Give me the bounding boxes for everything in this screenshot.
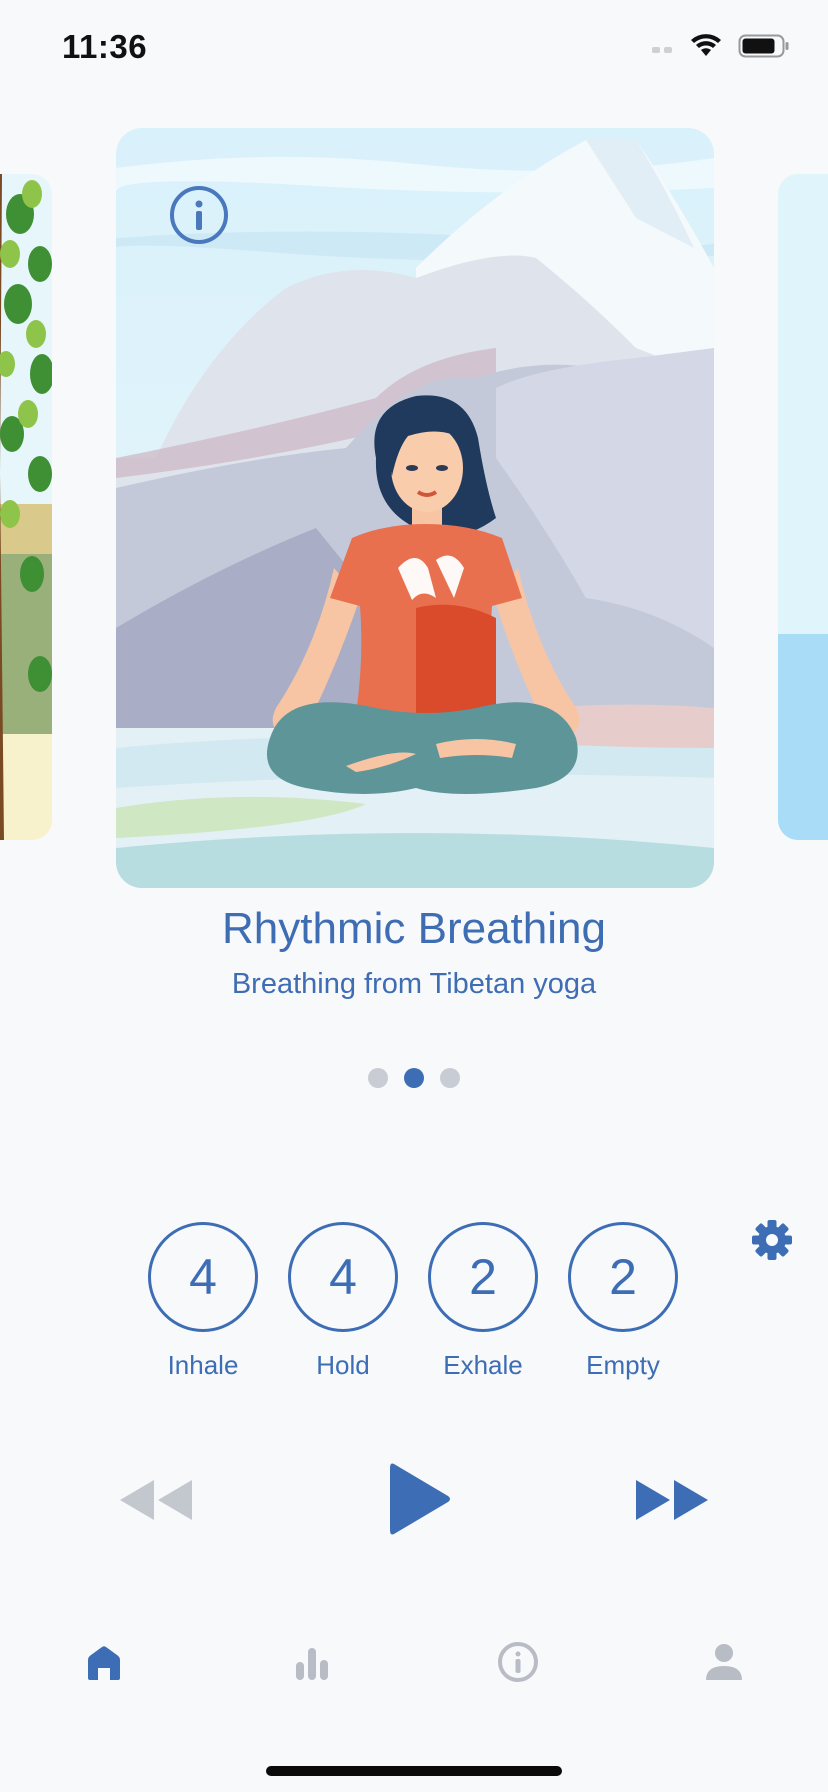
exercise-title: Rhythmic Breathing	[222, 904, 606, 953]
cellular-signal-icon	[652, 47, 672, 53]
inhale-counter[interactable]: 4 Inhale	[148, 1222, 258, 1381]
play-icon[interactable]	[388, 1460, 452, 1538]
counter-label: Hold	[316, 1350, 370, 1380]
profile-icon[interactable]	[702, 1640, 746, 1684]
status-icons	[652, 34, 790, 58]
counter-label: Exhale	[443, 1350, 523, 1380]
info-icon	[195, 200, 203, 230]
exercise-info-button[interactable]	[170, 186, 228, 244]
counter-value: 4	[148, 1222, 258, 1332]
page-dot-active[interactable]	[404, 1068, 424, 1088]
stats-icon[interactable]	[290, 1640, 334, 1684]
home-icon[interactable]	[82, 1640, 126, 1684]
exercise-subtitle: Breathing from Tibetan yoga	[231, 968, 597, 1000]
next-exercise-card[interactable]	[778, 174, 828, 840]
rewind-icon[interactable]	[118, 1478, 194, 1522]
counter-label: Inhale	[167, 1350, 239, 1380]
empty-counter[interactable]: 2 Empty	[568, 1222, 678, 1381]
status-time: 11:36	[62, 28, 148, 65]
previous-exercise-card[interactable]	[0, 174, 52, 840]
fast-forward-icon[interactable]	[634, 1478, 710, 1522]
exhale-counter[interactable]: 2 Exhale	[428, 1222, 538, 1381]
page-dot[interactable]	[368, 1068, 388, 1088]
settings-gear-icon[interactable]	[750, 1218, 794, 1262]
counter-value: 2	[428, 1222, 538, 1332]
battery-icon	[738, 34, 789, 58]
page-dot[interactable]	[440, 1068, 460, 1088]
counter-label: Empty	[586, 1350, 660, 1380]
home-indicator[interactable]	[266, 1766, 562, 1776]
exercise-illustration-card[interactable]	[116, 128, 714, 888]
counter-value: 2	[568, 1222, 678, 1332]
carousel-page-indicator[interactable]	[0, 1068, 828, 1088]
hold-counter[interactable]: 4 Hold	[288, 1222, 398, 1381]
wifi-icon	[691, 34, 721, 56]
info-icon[interactable]	[496, 1640, 540, 1684]
breath-pattern: 4 Inhale 4 Hold 2 Exhale 2 Empty	[148, 1222, 678, 1381]
counter-value: 4	[288, 1222, 398, 1332]
